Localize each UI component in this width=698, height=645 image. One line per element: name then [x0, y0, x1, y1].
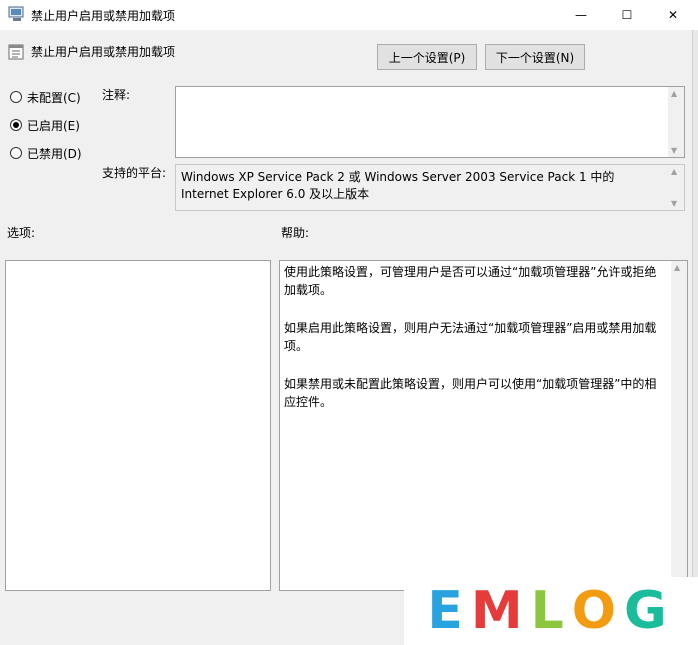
radio-label: 已启用(E)	[27, 118, 80, 133]
radio-label: 已禁用(D)	[27, 146, 82, 161]
help-paragraph: 使用此策略设置，可管理用户是否可以通过“加载项管理器”允许或拒绝加载项。	[284, 265, 657, 297]
window-edge	[692, 30, 698, 645]
comment-textarea[interactable]: ▲ ▼	[175, 86, 685, 158]
policy-app-icon	[8, 6, 24, 21]
maximize-button[interactable]: ☐	[604, 0, 650, 30]
policy-title: 禁止用户启用或禁用加载项	[31, 45, 176, 59]
scroll-up-icon[interactable]: ▲	[671, 89, 677, 98]
policy-setting-icon	[8, 44, 24, 60]
scroll-down-icon[interactable]: ▼	[671, 146, 677, 155]
logo-letter: G	[623, 581, 675, 641]
scroll-down-icon[interactable]: ▼	[671, 199, 677, 208]
radio-circle[interactable]	[10, 147, 22, 159]
radio-enabled[interactable]: 已启用(E)	[10, 116, 80, 134]
radio-circle-selected[interactable]	[10, 119, 22, 131]
help-paragraph: 如果禁用或未配置此策略设置，则用户可以使用“加载项管理器”中的相应控件。	[284, 377, 657, 409]
radio-not-configured[interactable]: 未配置(C)	[10, 88, 81, 106]
platform-label: 支持的平台:	[102, 166, 167, 180]
help-text: 使用此策略设置，可管理用户是否可以通过“加载项管理器”允许或拒绝加载项。 如果启…	[280, 261, 687, 411]
radio-label: 未配置(C)	[27, 90, 81, 105]
options-label: 选项:	[7, 226, 36, 240]
help-paragraph: 如果启用此策略设置，则用户无法通过“加载项管理器”启用或禁用加载项。	[284, 321, 657, 353]
maximize-icon: ☐	[621, 8, 633, 22]
emlog-watermark-logo: E M L O G	[404, 577, 698, 645]
platform-scrollbar[interactable]: ▲ ▼	[668, 165, 684, 210]
logo-letter: E	[427, 581, 471, 641]
radio-disabled[interactable]: 已禁用(D)	[10, 144, 82, 162]
radio-circle[interactable]	[10, 91, 22, 103]
next-setting-button[interactable]: 下一个设置(N)	[485, 44, 585, 70]
help-panel: 使用此策略设置，可管理用户是否可以通过“加载项管理器”允许或拒绝加载项。 如果启…	[279, 260, 688, 591]
window-title: 禁止用户启用或禁用加载项	[31, 9, 176, 23]
platform-field: Windows XP Service Pack 2 或 Windows Serv…	[175, 164, 685, 211]
comment-label: 注释:	[102, 88, 131, 102]
logo-letter: O	[571, 581, 624, 641]
logo-letter: M	[470, 581, 531, 641]
comment-scrollbar[interactable]: ▲ ▼	[668, 87, 684, 157]
logo-letter: L	[530, 581, 572, 641]
close-button[interactable]: ✕	[650, 0, 696, 30]
options-panel	[5, 260, 271, 591]
title-bar: 禁止用户启用或禁用加载项 — ☐ ✕	[0, 0, 698, 30]
minimize-icon: —	[575, 8, 587, 22]
scroll-up-icon[interactable]: ▲	[674, 263, 680, 272]
minimize-button[interactable]: —	[558, 0, 604, 30]
previous-setting-button[interactable]: 上一个设置(P)	[377, 44, 477, 70]
help-label: 帮助:	[281, 226, 310, 240]
close-icon: ✕	[667, 8, 679, 22]
platform-value: Windows XP Service Pack 2 或 Windows Serv…	[181, 170, 615, 201]
scroll-up-icon[interactable]: ▲	[671, 167, 677, 176]
help-scrollbar[interactable]: ▲	[671, 261, 687, 590]
